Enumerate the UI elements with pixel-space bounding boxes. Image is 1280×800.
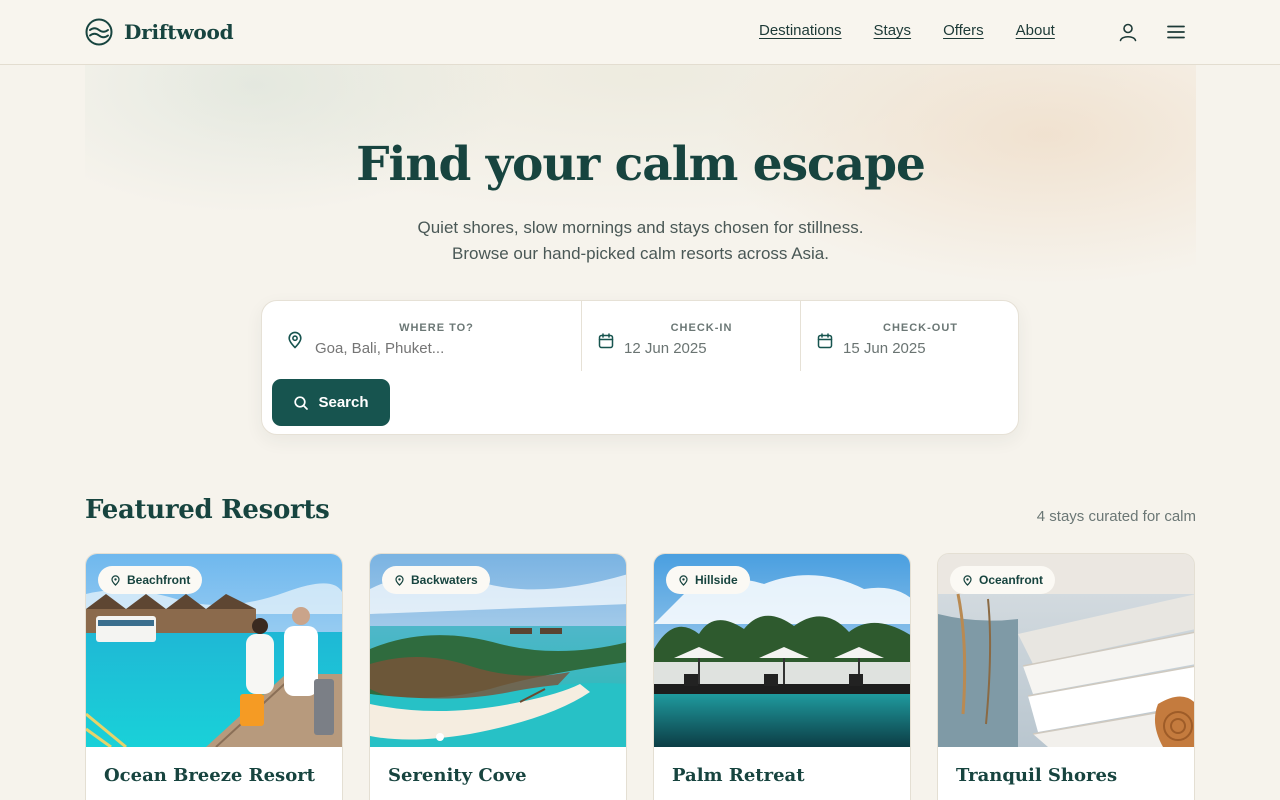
brand-name: Driftwood: [124, 20, 234, 44]
wave-logo-icon: [85, 18, 113, 46]
resort-tag-label: Oceanfront: [979, 573, 1044, 587]
checkin-value: 12 Jun 2025: [624, 340, 707, 357]
search-button[interactable]: Search: [272, 379, 390, 426]
resort-tag-label: Backwaters: [411, 573, 478, 587]
checkin-field[interactable]: Check-in 12 Jun 2025: [581, 301, 800, 371]
resort-tag: Oceanfront: [950, 566, 1056, 594]
resort-tag: Hillside: [666, 566, 750, 594]
resort-card[interactable]: Hillside Palm Retreat: [653, 553, 911, 800]
calendar-icon: [816, 332, 834, 350]
search-button-label: Search: [318, 394, 369, 411]
resort-name: Ocean Breeze Resort: [104, 765, 315, 786]
location-pin-icon: [963, 574, 972, 586]
location-pin-icon: [286, 331, 304, 349]
hero-subtitle-line-2: Browse our hand-picked calm resorts acro…: [452, 244, 829, 263]
brand-logo[interactable]: Driftwood: [85, 17, 234, 47]
resort-name: Serenity Cove: [388, 765, 527, 786]
calendar-icon: [597, 332, 615, 350]
nav-destinations[interactable]: Destinations: [759, 22, 842, 39]
resort-tag: Backwaters: [382, 566, 490, 594]
hero-title: Find your calm escape: [356, 137, 926, 192]
hero-subtitle-line-1: Quiet shores, slow mornings and stays ch…: [417, 218, 864, 237]
resort-name: Tranquil Shores: [956, 765, 1118, 786]
nav-about[interactable]: About: [1016, 22, 1055, 39]
resort-name: Palm Retreat: [672, 765, 805, 786]
search-icon: [294, 395, 309, 410]
menu-icon[interactable]: [1164, 20, 1188, 44]
nav-stays[interactable]: Stays: [874, 22, 912, 39]
checkout-field[interactable]: Check-out 15 Jun 2025: [800, 301, 1018, 371]
search-card: Where to? Check-in 12 Jun 2025 Check-out…: [261, 300, 1019, 435]
featured-title: Featured Resorts: [85, 495, 330, 525]
resort-list: Beachfront Ocean Breeze Resort Backwater…: [85, 553, 1196, 800]
destination-label: Where to?: [399, 322, 474, 334]
resort-card[interactable]: Beachfront Ocean Breeze Resort: [85, 553, 343, 800]
checkout-value: 15 Jun 2025: [843, 340, 926, 357]
location-pin-icon: [111, 574, 120, 586]
resort-tag-label: Hillside: [695, 573, 738, 587]
resort-tag-label: Beachfront: [127, 573, 191, 587]
location-pin-icon: [679, 574, 688, 586]
hero-subtitle: Quiet shores, slow mornings and stays ch…: [85, 215, 1196, 267]
location-pin-icon: [395, 574, 404, 586]
resort-card[interactable]: Oceanfront Tranquil Shores: [937, 553, 1195, 800]
resort-card[interactable]: Backwaters Serenity Cove: [369, 553, 627, 800]
main-nav: Destinations Stays Offers About: [759, 22, 1055, 39]
destination-input[interactable]: [315, 340, 515, 357]
user-icon[interactable]: [1116, 20, 1140, 44]
checkout-label: Check-out: [883, 322, 958, 334]
site-header: Driftwood Destinations Stays Offers Abou…: [0, 0, 1280, 65]
destination-field[interactable]: Where to?: [262, 301, 581, 371]
checkin-label: Check-in: [670, 322, 733, 334]
nav-offers[interactable]: Offers: [943, 22, 984, 39]
resort-tag: Beachfront: [98, 566, 203, 594]
featured-count: 4 stays curated for calm: [1036, 508, 1196, 525]
